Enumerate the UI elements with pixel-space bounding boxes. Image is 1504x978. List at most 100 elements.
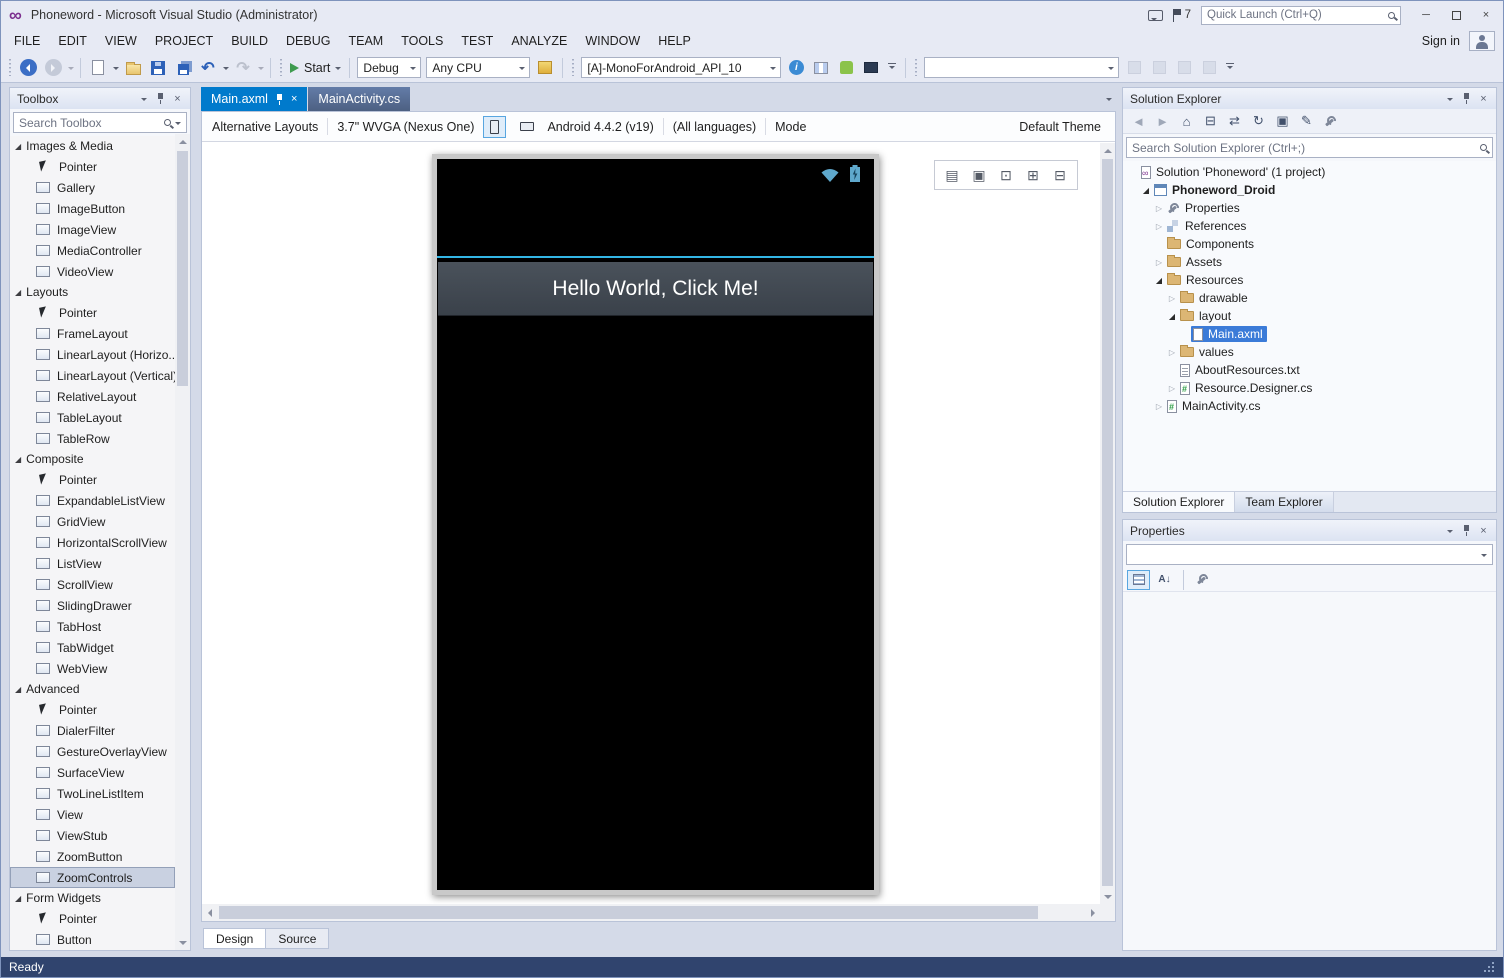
tab-mainactivity-cs[interactable]: MainActivity.cs xyxy=(308,87,410,111)
toolbox-item-pointer[interactable]: Pointer xyxy=(10,699,175,720)
resize-grip[interactable] xyxy=(1483,961,1495,973)
device-selector[interactable]: 3.7" WVGA (Nexus One) xyxy=(337,120,474,134)
scroll-down-icon[interactable] xyxy=(175,935,190,950)
scroll-up-icon[interactable] xyxy=(175,134,190,149)
toolbox-header[interactable]: Toolbox × xyxy=(10,88,190,109)
pin-icon[interactable] xyxy=(152,91,169,106)
expander-icon[interactable]: ▷ xyxy=(1153,222,1165,231)
save-button[interactable] xyxy=(146,56,170,80)
toolbox-item-linearlayout-horizo[interactable]: LinearLayout (Horizo... xyxy=(10,344,175,365)
scroll-left-icon[interactable] xyxy=(202,904,217,921)
tree-item-assets[interactable]: ▷Assets xyxy=(1123,253,1496,271)
toolbox-item-imagebutton[interactable]: ImageButton xyxy=(10,198,175,219)
menu-window[interactable]: WINDOW xyxy=(576,30,649,52)
toolbox-item-relativelayout[interactable]: RelativeLayout xyxy=(10,386,175,407)
menu-analyze[interactable]: ANALYZE xyxy=(502,30,576,52)
language-selector[interactable]: (All languages) xyxy=(673,120,756,134)
expander-icon[interactable]: ◢ xyxy=(1153,276,1165,285)
property-pages-button[interactable] xyxy=(1191,570,1214,590)
view-code-icon[interactable]: ✎ xyxy=(1296,111,1317,132)
toolbox-item-framelayout[interactable]: FrameLayout xyxy=(10,323,175,344)
menu-test[interactable]: TEST xyxy=(452,30,502,52)
find-tool-button[interactable] xyxy=(1172,56,1196,80)
toolbox-item-mediacontroller[interactable]: MediaController xyxy=(10,240,175,261)
alternative-layouts-button[interactable]: Alternative Layouts xyxy=(212,120,318,134)
tab-main-axml[interactable]: Main.axml × xyxy=(201,87,307,111)
toolbar-grip[interactable] xyxy=(9,59,11,76)
new-file-dropdown[interactable] xyxy=(111,56,120,80)
design-surface[interactable]: ▤▣⊡⊞⊟ Hello World, Click Me! xyxy=(202,143,1100,904)
redo-dropdown[interactable] xyxy=(256,56,265,80)
info-button[interactable] xyxy=(784,56,808,80)
menu-project[interactable]: PROJECT xyxy=(146,30,222,52)
toolbox-item-gridview[interactable]: GridView xyxy=(10,511,175,532)
tree-item-resources[interactable]: ◢Resources xyxy=(1123,271,1496,289)
toolbox-item-view[interactable]: View xyxy=(10,804,175,825)
navigate-forward-icon[interactable]: ► xyxy=(1152,111,1173,132)
quick-launch-input[interactable] xyxy=(1207,9,1388,21)
menu-help[interactable]: HELP xyxy=(649,30,700,52)
navigate-forward-button[interactable] xyxy=(41,56,65,80)
navigate-backward-button[interactable] xyxy=(16,56,40,80)
undo-dropdown[interactable] xyxy=(221,56,230,80)
editor-vertical-scrollbar[interactable] xyxy=(1100,143,1115,904)
notifications-button[interactable]: 7 xyxy=(1173,9,1191,22)
categorized-button[interactable] xyxy=(1127,570,1150,590)
find-tool-button[interactable] xyxy=(1122,56,1146,80)
menu-view[interactable]: VIEW xyxy=(96,30,146,52)
zoom-in-icon[interactable]: ⊞ xyxy=(1022,164,1044,186)
document-list-dropdown-icon[interactable] xyxy=(1106,98,1112,104)
pin-icon[interactable] xyxy=(1458,523,1475,538)
toolbox-item-listview[interactable]: ListView xyxy=(10,553,175,574)
toolbox-search[interactable] xyxy=(13,112,187,133)
toolbox-scrollbar[interactable] xyxy=(175,134,190,950)
close-icon[interactable]: × xyxy=(1475,523,1492,538)
tree-item-drawable[interactable]: ▷drawable xyxy=(1123,289,1496,307)
navigate-dropdown[interactable] xyxy=(66,56,75,80)
platform-combo[interactable]: Any CPU xyxy=(426,57,530,78)
alphabetical-sort-button[interactable] xyxy=(1153,570,1176,590)
redo-button[interactable] xyxy=(231,56,255,80)
scrollbar-thumb[interactable] xyxy=(219,906,1038,919)
attach-tool-button[interactable] xyxy=(533,56,557,80)
mode-selector[interactable]: Mode xyxy=(775,120,806,134)
scroll-right-icon[interactable] xyxy=(1085,904,1100,921)
undo-button[interactable] xyxy=(196,56,220,80)
navigate-back-icon[interactable]: ◄ xyxy=(1128,111,1149,132)
toolbox-item-slidingdrawer[interactable]: SlidingDrawer xyxy=(10,595,175,616)
toolbox-item-webview[interactable]: WebView xyxy=(10,658,175,679)
toolbox-item-dialerfilter[interactable]: DialerFilter xyxy=(10,720,175,741)
toolbox-item-scrollview[interactable]: ScrollView xyxy=(10,574,175,595)
properties-object-input[interactable] xyxy=(1132,548,1481,562)
tab-source[interactable]: Source xyxy=(266,928,329,949)
tab-solution-explorer[interactable]: Solution Explorer xyxy=(1123,492,1235,512)
android-sdk-button[interactable] xyxy=(834,56,858,80)
maximize-button[interactable] xyxy=(1441,4,1471,26)
feedback-icon[interactable] xyxy=(1148,10,1163,21)
expander-icon[interactable]: ◢ xyxy=(1166,312,1178,321)
portrait-orientation-button[interactable] xyxy=(483,116,506,138)
toolbox-item-zoomcontrols[interactable]: ZoomControls xyxy=(10,867,175,888)
menu-build[interactable]: BUILD xyxy=(222,30,277,52)
toolbox-item-tablelayout[interactable]: TableLayout xyxy=(10,407,175,428)
scrollbar-thumb[interactable] xyxy=(1102,159,1113,886)
window-position-icon[interactable] xyxy=(135,91,152,106)
theme-selector[interactable]: Default Theme xyxy=(1019,120,1105,134)
find-combo[interactable] xyxy=(924,57,1119,78)
sync-with-active-document-icon[interactable]: ⇄ xyxy=(1224,111,1245,132)
expander-icon[interactable]: ◢ xyxy=(1140,186,1152,195)
toolbox-item-expandablelistview[interactable]: ExpandableListView xyxy=(10,490,175,511)
tab-design[interactable]: Design xyxy=(203,928,266,949)
tree-item-main-axml[interactable]: Main.axml xyxy=(1123,325,1496,343)
thumbnail-view-icon[interactable]: ▣ xyxy=(968,164,990,186)
toolbox-item-imageview[interactable]: ImageView xyxy=(10,219,175,240)
solution-explorer-header[interactable]: Solution Explorer × xyxy=(1123,88,1496,109)
expander-icon[interactable]: ▷ xyxy=(1153,204,1165,213)
tree-item-resource-designer-cs[interactable]: ▷Resource.Designer.cs xyxy=(1123,379,1496,397)
expander-icon[interactable]: ▷ xyxy=(1166,348,1178,357)
properties-icon[interactable] xyxy=(1320,111,1341,132)
toolbox-item-linearlayout-vertical[interactable]: LinearLayout (Vertical) xyxy=(10,365,175,386)
close-icon[interactable]: × xyxy=(1475,91,1492,106)
home-icon[interactable]: ⌂ xyxy=(1176,111,1197,132)
toolbox-category-images-media[interactable]: ◢Images & Media xyxy=(10,136,175,156)
